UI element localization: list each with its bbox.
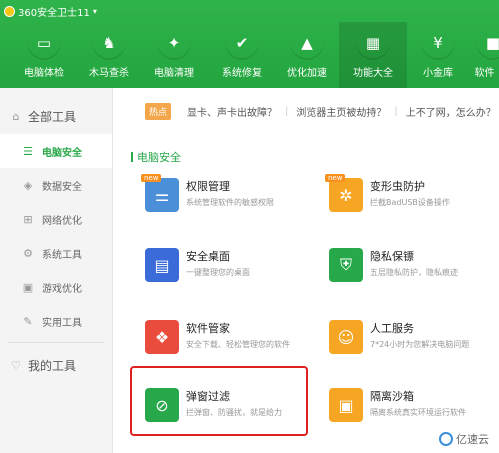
software-icon: ■	[476, 26, 499, 60]
watermark-logo-icon	[439, 432, 453, 446]
sidebar-item-label: 系统工具	[42, 249, 82, 261]
top-toolbar: 360安全卫士11 ▾ ▭ 电脑体检 ♞ 木马查杀 ✦ 电脑清理 ✔ 系统修复 …	[0, 0, 499, 88]
hot-link[interactable]: 显卡、声卡出故障？	[187, 104, 277, 119]
sidebar-item-label: 游戏优化	[42, 283, 82, 295]
nav-item-5[interactable]: ▦ 功能大全	[339, 22, 407, 88]
nav-item-0[interactable]: ▭ 电脑体检	[10, 22, 78, 88]
broom-icon: ✦	[157, 26, 191, 60]
tool-tile-permissions[interactable]: new ⚌ 权限管理 系统管理软件的敏感权限	[131, 170, 311, 238]
sidebar-item-label: 网络优化	[42, 215, 82, 227]
highlight-box	[130, 366, 308, 436]
nav-label: 电脑体检	[24, 68, 64, 79]
divider: |	[285, 105, 289, 117]
sidebar-all-tools[interactable]: ⌂ 全部工具	[0, 98, 112, 134]
tool-name: 安全桌面	[186, 250, 230, 263]
sidebar-all-tools-label: 全部工具	[28, 109, 77, 124]
watermark: 亿速云	[439, 431, 489, 447]
section-marker	[131, 152, 133, 162]
divider: |	[394, 105, 398, 117]
coin-icon: ¥	[421, 26, 455, 60]
tool-name: 权限管理	[186, 180, 230, 193]
nav-label: 软件	[474, 68, 495, 79]
rocket-icon: ▲	[290, 26, 324, 60]
nav-item-1[interactable]: ♞ 木马查杀	[75, 22, 143, 88]
app-title-text: 360安全卫士11	[18, 8, 90, 19]
sidebar-item-system-tools[interactable]: ⚙ 系统工具	[0, 236, 112, 270]
tool-desc: 拦截BadUSB设备操作	[370, 198, 450, 207]
tool-tile-privacy[interactable]: ⛨ 隐私保镖 五层隐私防护，隐私痕迹	[315, 240, 495, 308]
tool-name: 隔离沙箱	[370, 390, 414, 403]
hot-topics-bar: 热点 显卡、声卡出故障？ | 浏览器主页被劫持？ | 上不了网，怎么办？	[113, 98, 499, 124]
grid-icon: ▦	[356, 26, 390, 60]
nav-item-3[interactable]: ✔ 系统修复	[208, 22, 276, 88]
app-logo-icon	[4, 6, 15, 17]
hot-link[interactable]: 浏览器主页被劫持？	[296, 104, 386, 119]
tool-name: 变形虫防护	[370, 180, 425, 193]
list-icon: ☰	[23, 144, 33, 158]
new-badge: new	[325, 174, 346, 182]
hot-link[interactable]: 上不了网，怎么办？	[406, 104, 496, 119]
permission-icon: ⚌	[145, 178, 179, 212]
sidebar-my-tools[interactable]: ♡ 我的工具	[0, 347, 112, 383]
tool-tile-amoeba[interactable]: new ✲ 变形虫防护 拦截BadUSB设备操作	[315, 170, 495, 238]
sidebar: ⌂ 全部工具 ☰ 电脑安全 ◈ 数据安全 ⊞ 网络优化 ⚙ 系统工具 ▣ 游戏优…	[0, 88, 113, 453]
sidebar-item-network[interactable]: ⊞ 网络优化	[0, 202, 112, 236]
sandbox-icon: ▣	[329, 388, 363, 422]
horse-icon: ♞	[92, 26, 126, 60]
wrench-icon: ✎	[23, 314, 33, 328]
gamepad-icon: ▣	[22, 280, 34, 294]
toolbox-icon: ⌂	[12, 109, 20, 123]
tool-desc: 一键整理您的桌面	[186, 268, 250, 277]
sidebar-item-game[interactable]: ▣ 游戏优化	[0, 270, 112, 304]
tool-desc: 系统管理软件的敏感权限	[186, 198, 274, 207]
tool-tile-safe-desktop[interactable]: ▤ 安全桌面 一键整理您的桌面	[131, 240, 311, 308]
tool-name: 软件管家	[186, 322, 230, 335]
tool-desc: 五层隐私防护，隐私痕迹	[370, 268, 458, 277]
tool-name: 隐私保镖	[370, 250, 414, 263]
nav-label: 优化加速	[287, 68, 327, 79]
divider	[8, 342, 104, 343]
hot-tag: 热点	[145, 102, 172, 120]
software-manager-icon: ❖	[145, 320, 179, 354]
privacy-icon: ⛨	[329, 248, 363, 282]
heart-icon: ♡	[11, 358, 21, 372]
shield-check-icon: ✔	[225, 26, 259, 60]
agent-icon: ☺	[329, 320, 363, 354]
section-title: 电脑安全	[131, 149, 181, 165]
shield-icon: ◈	[23, 178, 33, 192]
chevron-down-icon[interactable]: ▾	[93, 7, 97, 16]
tool-desc: 隔离系统真实环境运行软件	[370, 408, 466, 417]
network-icon: ⊞	[23, 212, 33, 226]
sidebar-item-computer-security[interactable]: ☰ 电脑安全	[0, 134, 112, 168]
nav-label: 电脑清理	[154, 68, 194, 79]
gear-icon: ⚙	[23, 246, 33, 260]
tool-tile-agent[interactable]: ☺ 人工服务 7*24小时为您解决电脑问题	[315, 312, 495, 380]
nav-item-7[interactable]: ■ 软件	[470, 22, 499, 88]
sidebar-my-tools-label: 我的工具	[28, 358, 77, 373]
desktop-icon: ▤	[145, 248, 179, 282]
tool-desc: 7*24小时为您解决电脑问题	[370, 340, 470, 349]
nav-item-6[interactable]: ¥ 小金库	[404, 22, 472, 88]
sidebar-item-data-security[interactable]: ◈ 数据安全	[0, 168, 112, 202]
new-badge: new	[141, 174, 162, 182]
tool-desc: 安全下载、轻松管理您的软件	[186, 340, 290, 349]
sidebar-item-label: 实用工具	[42, 317, 82, 329]
app-title: 360安全卫士11 ▾	[4, 4, 97, 19]
sidebar-item-utilities[interactable]: ✎ 实用工具	[0, 304, 112, 338]
sidebar-item-label: 数据安全	[42, 181, 82, 193]
section-title-text: 电脑安全	[137, 151, 181, 164]
amoeba-icon: ✲	[329, 178, 363, 212]
tool-name: 人工服务	[370, 322, 414, 335]
nav-label: 功能大全	[353, 68, 393, 79]
sidebar-item-label: 电脑安全	[42, 147, 82, 159]
watermark-text: 亿速云	[456, 433, 489, 446]
nav-item-2[interactable]: ✦ 电脑清理	[140, 22, 208, 88]
monitor-icon: ▭	[27, 26, 61, 60]
nav-label: 系统修复	[222, 68, 262, 79]
nav-label: 小金库	[423, 68, 453, 79]
nav-label: 木马查杀	[89, 68, 129, 79]
nav-item-4[interactable]: ▲ 优化加速	[273, 22, 341, 88]
